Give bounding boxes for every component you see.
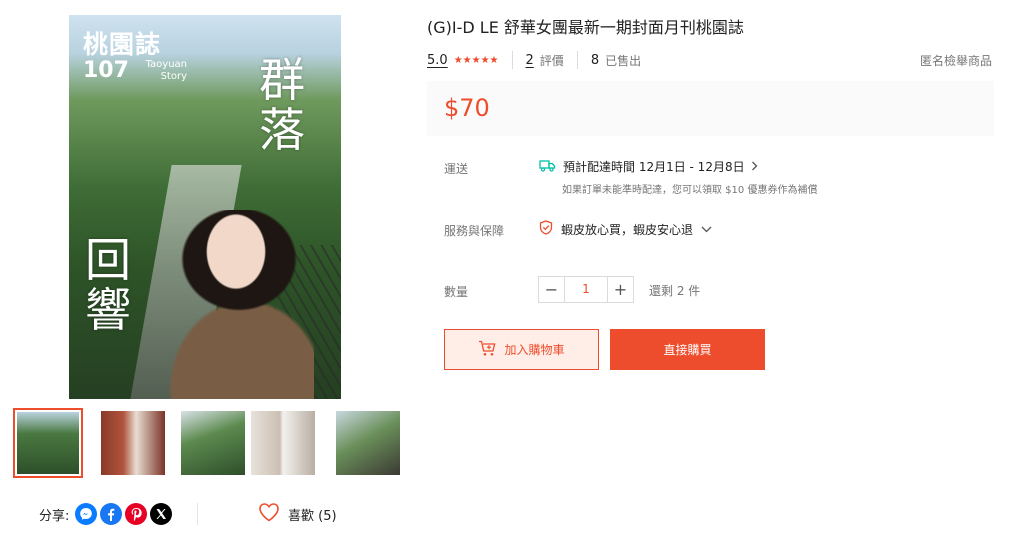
- shipping-guarantee-note: 如果訂單未能準時配達，您可以領取 $10 優惠券作為補償: [562, 185, 818, 196]
- shipping-label: 運送: [444, 162, 469, 176]
- truck-icon: [539, 159, 556, 175]
- cover-headline-bottom: 回響: [85, 233, 131, 337]
- add-to-cart-button[interactable]: 加入購物車: [444, 329, 599, 370]
- product-meta-bar: 5.0 ★★★★★ 2 評價 8 已售出 匿名檢舉商品: [427, 50, 992, 70]
- share-label: 分享:: [39, 508, 70, 524]
- thumbnail-2[interactable]: [98, 408, 168, 478]
- heart-icon: [258, 502, 280, 526]
- quantity-input[interactable]: 1: [565, 276, 607, 303]
- thumbnail-strip: [13, 408, 400, 478]
- meta-divider: [511, 51, 513, 69]
- meta-divider: [576, 51, 578, 69]
- guarantee-info[interactable]: 蝦皮放心買，蝦皮安心退: [539, 220, 712, 238]
- cart-icon: [478, 340, 497, 360]
- product-title: (G)I-D LE 舒華女團最新一期封面月刊桃園誌: [427, 18, 744, 37]
- like-button[interactable]: 喜歡 (5): [258, 502, 337, 526]
- rating-stars-icon: ★★★★★: [453, 54, 499, 66]
- stock-remaining: 還剩 2 件: [649, 284, 701, 298]
- rating-value[interactable]: 5.0: [427, 53, 448, 68]
- messenger-icon[interactable]: [75, 503, 98, 525]
- main-product-image[interactable]: 桃園誌 107 Taoyuan Story 群落 回響: [69, 15, 341, 399]
- chevron-down-icon: [701, 222, 712, 236]
- cover-headline-top: 群落: [259, 53, 305, 157]
- price-panel: $70: [427, 81, 994, 136]
- guarantee-label: 服務與保障: [444, 224, 505, 238]
- quantity-increase-button[interactable]: +: [607, 276, 634, 303]
- x-icon[interactable]: [150, 503, 173, 525]
- quantity-decrease-button[interactable]: −: [538, 276, 565, 303]
- thumbnail-3[interactable]: [178, 408, 248, 478]
- facebook-icon[interactable]: [100, 503, 123, 525]
- reviews-count[interactable]: 2: [526, 53, 534, 68]
- thumbnail-4[interactable]: [248, 408, 318, 478]
- quantity-label: 數量: [444, 285, 469, 299]
- chevron-right-icon: [751, 160, 758, 174]
- share-bar: 分享:: [39, 502, 175, 526]
- share-divider: [197, 503, 198, 525]
- thumbnail-5[interactable]: [333, 408, 403, 478]
- product-price: $70: [444, 94, 490, 122]
- buy-now-button[interactable]: 直接購買: [610, 329, 765, 370]
- shield-icon: [539, 220, 553, 238]
- reviews-label: 評價: [539, 53, 564, 68]
- guarantee-text: 蝦皮放心買，蝦皮安心退: [561, 222, 694, 237]
- cover-subtitle: Taoyuan Story: [145, 59, 187, 82]
- cover-issue-number: 107: [83, 58, 129, 83]
- sold-label: 已售出: [605, 53, 642, 68]
- shipping-estimate[interactable]: 預計配達時間 12月1日 - 12月8日: [539, 158, 758, 175]
- add-to-cart-label: 加入購物車: [504, 343, 565, 357]
- quantity-stepper: − 1 +: [538, 276, 634, 303]
- pinterest-icon[interactable]: [125, 503, 148, 525]
- report-product-link[interactable]: 匿名檢舉商品: [920, 52, 992, 69]
- shipping-estimate-text: 預計配達時間 12月1日 - 12月8日: [563, 160, 745, 174]
- like-count-label: 喜歡 (5): [288, 508, 337, 524]
- sold-count: 8: [590, 52, 600, 68]
- thumbnail-1[interactable]: [13, 408, 83, 478]
- cover-magazine-title: 桃園誌: [83, 30, 162, 59]
- cover-model-graphic: [164, 210, 314, 399]
